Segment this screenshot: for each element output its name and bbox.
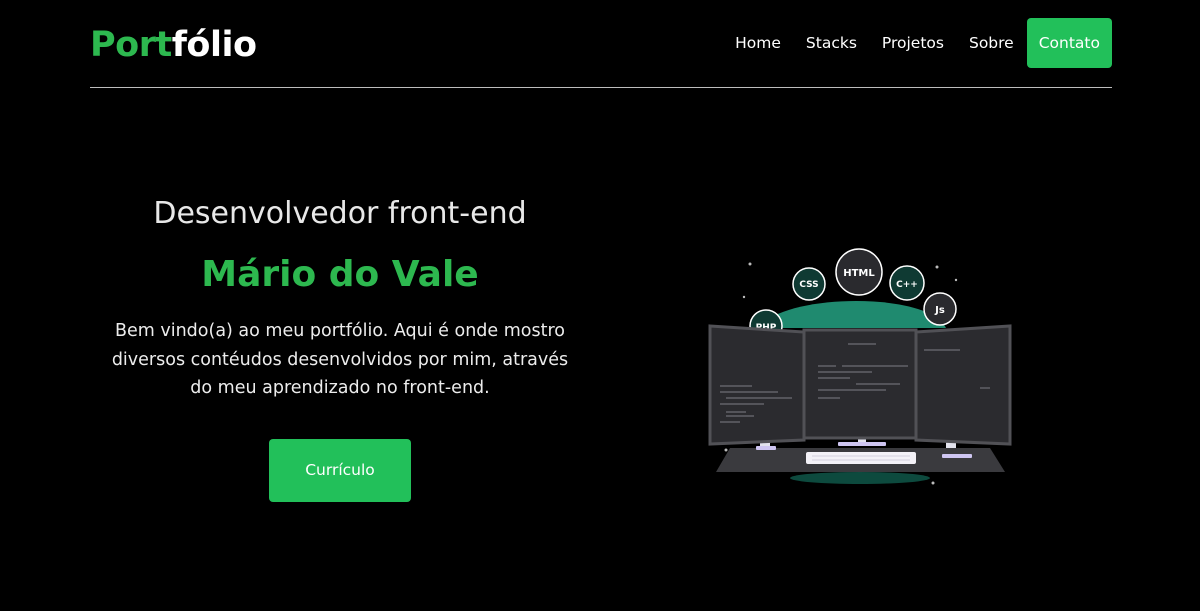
site-header: Portfólio Home Stacks Projetos Sobre Con…	[90, 0, 1112, 88]
badge-css-label: CSS	[799, 280, 818, 290]
teal-backdrop	[758, 301, 946, 328]
badge-cpp-label: C++	[896, 280, 918, 290]
hero-intro: Desenvolvedor front-end Mário do Vale Be…	[90, 192, 590, 502]
sparkle-icon	[748, 262, 752, 266]
monitor-base-right	[942, 454, 972, 458]
keyboard	[806, 452, 916, 464]
badge-cpp: C++	[889, 265, 925, 301]
sparkle-icon	[742, 295, 746, 299]
monitor-left	[708, 324, 806, 446]
logo-rest: fólio	[171, 25, 257, 65]
nav-projetos[interactable]: Projetos	[882, 18, 944, 68]
main-nav: Home Stacks Projetos Sobre Contato	[735, 18, 1112, 68]
nav-sobre[interactable]: Sobre	[969, 18, 1014, 68]
contact-button[interactable]: Contato	[1026, 18, 1112, 68]
curriculo-button[interactable]: Currículo	[269, 439, 411, 502]
monitor-base-left	[756, 446, 776, 450]
monitor-base-center	[838, 442, 886, 446]
hero-name: Mário do Vale	[201, 254, 479, 295]
logo-accent: Port	[90, 25, 172, 65]
hero-role: Desenvolvedor front-end	[153, 196, 527, 231]
sparkle-icon	[724, 448, 728, 452]
developer-setup-illustration: PHP CSS HTML C++ Js	[708, 248, 1012, 485]
badge-html: HTML	[835, 248, 883, 296]
desk-shadow	[790, 472, 930, 484]
monitor-right	[914, 324, 1012, 446]
badge-html-label: HTML	[843, 268, 875, 279]
sparkle-icon	[954, 278, 958, 282]
sparkle-icon	[935, 265, 939, 269]
sparkle-icon	[931, 481, 935, 485]
nav-stacks[interactable]: Stacks	[806, 18, 857, 68]
hero-description: Bem vindo(a) ao meu portfólio. Aqui é on…	[111, 321, 569, 398]
badge-css: CSS	[792, 267, 826, 301]
badge-js-label: Js	[934, 305, 945, 316]
badge-js: Js	[923, 292, 957, 326]
nav-home[interactable]: Home	[735, 18, 781, 68]
logo[interactable]: Portfólio	[90, 24, 257, 66]
